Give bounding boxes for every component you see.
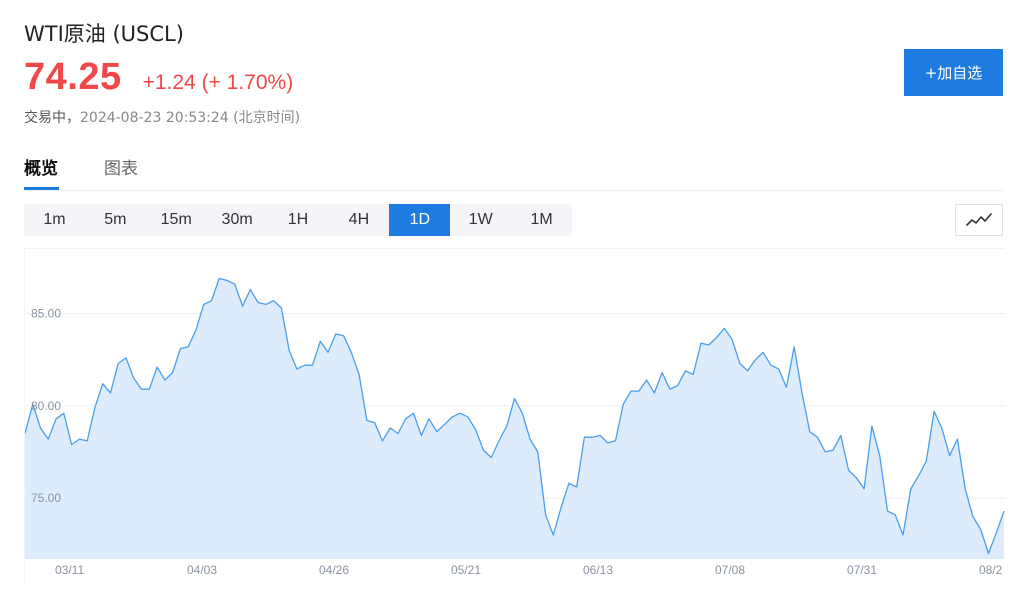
chart-type-toggle[interactable] <box>955 204 1003 236</box>
status-label: 交易中， <box>24 110 80 126</box>
x-tick-label: 04/03 <box>187 563 217 577</box>
range-15m-button[interactable]: 15m <box>146 204 207 236</box>
last-price: 74.25 <box>24 56 122 98</box>
y-tick-label: 75.00 <box>31 491 61 505</box>
range-4h-button[interactable]: 4H <box>328 204 389 236</box>
time-range-selector: 1m 5m 15m 30m 1H 4H 1D 1W 1M <box>24 204 572 236</box>
range-1m-button[interactable]: 1m <box>24 204 85 236</box>
x-tick-label: 03/11 <box>55 563 84 577</box>
tab-overview[interactable]: 概览 <box>24 154 58 179</box>
price-area <box>25 278 1004 559</box>
content-tabs: 概览 图表 <box>24 150 1004 191</box>
range-5m-button[interactable]: 5m <box>85 204 146 236</box>
timezone-label: (北京时间) <box>233 110 301 126</box>
active-tab-indicator <box>24 187 59 190</box>
y-tick-label: 85.00 <box>31 307 61 321</box>
x-tick-label: 04/26 <box>319 563 349 577</box>
range-1d-button[interactable]: 1D <box>389 204 451 236</box>
trading-status: 交易中，2024-08-23 20:53:24 (北京时间) <box>24 107 300 127</box>
price-row: 74.25 +1.24 (+ 1.70%) <box>24 56 293 99</box>
quote-timestamp: 2024-08-23 20:53:24 <box>80 110 229 126</box>
range-1mo-button[interactable]: 1M <box>511 204 572 236</box>
x-tick-label: 08/2 <box>979 563 1003 577</box>
price-change: +1.24 (+ 1.70%) <box>142 71 294 94</box>
range-1h-button[interactable]: 1H <box>268 204 329 236</box>
x-tick-label: 07/31 <box>847 563 877 577</box>
range-1w-button[interactable]: 1W <box>450 204 511 236</box>
instrument-title: WTI原油 (USCL) <box>24 22 184 46</box>
tab-chart[interactable]: 图表 <box>104 154 138 179</box>
price-chart-svg: 85.00 80.00 75.00 03/11 04/03 04/26 05/21 06/13… <box>24 277 1005 577</box>
line-chart-icon <box>966 213 992 226</box>
x-tick-label: 07/08 <box>715 563 745 577</box>
add-to-watchlist-button[interactable]: +加自选 <box>904 49 1003 96</box>
x-tick-label: 05/21 <box>451 563 481 577</box>
price-chart: 85.00 80.00 75.00 03/11 04/03 04/26 05/21 06/13… <box>24 248 1005 585</box>
y-tick-label: 80.00 <box>31 399 61 413</box>
x-tick-label: 06/13 <box>583 563 613 577</box>
range-30m-button[interactable]: 30m <box>207 204 268 236</box>
